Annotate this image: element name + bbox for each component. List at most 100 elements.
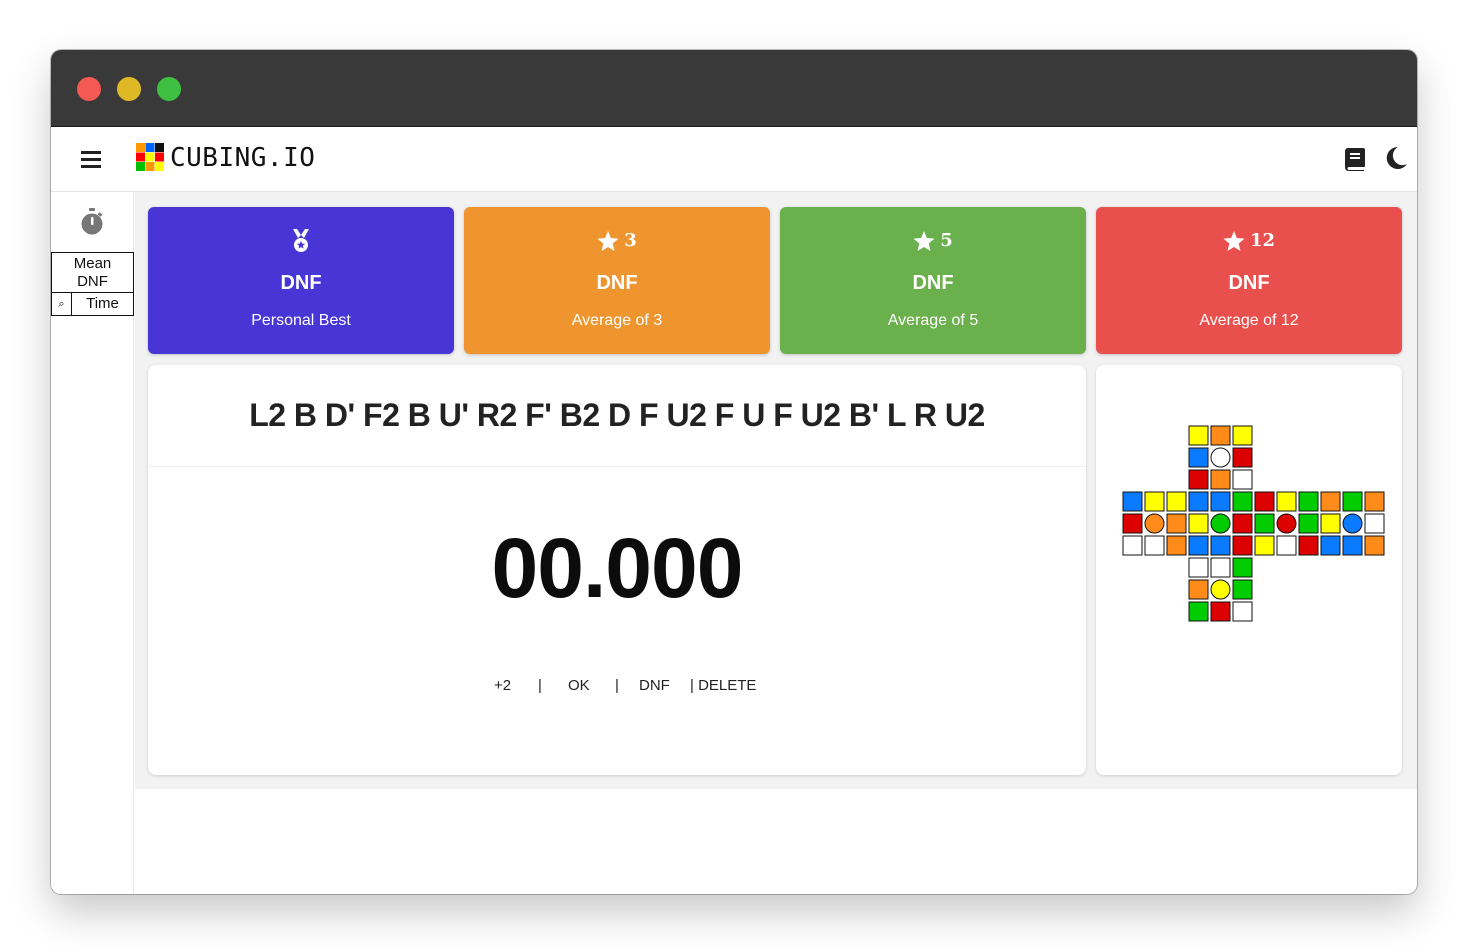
scramble-text: L2 B D' F2 B U' R2 F' B2 D F U2 F U F U2… xyxy=(249,397,985,433)
cube-sticker xyxy=(1232,579,1253,600)
window-titlebar xyxy=(51,50,1417,127)
timer-display[interactable]: 00.000 xyxy=(148,523,1086,613)
plus-two-button[interactable]: +2 xyxy=(494,676,511,696)
star-icon xyxy=(597,230,619,251)
solve-actions: +2 | OK | DNF | DELETE xyxy=(148,676,1086,696)
cube-sticker xyxy=(1276,491,1297,512)
stat-card-ao3[interactable]: 3 DNF Average of 3 xyxy=(464,207,770,354)
stat-value: DNF xyxy=(1228,272,1270,294)
stat-label: Personal Best xyxy=(251,312,351,329)
cube-sticker xyxy=(1298,535,1319,556)
cube-sticker xyxy=(1188,535,1209,556)
stat-value: DNF xyxy=(912,272,954,294)
stat-card-ao5[interactable]: 5 DNF Average of 5 xyxy=(780,207,1086,354)
cube-sticker xyxy=(1232,513,1253,534)
cube-sticker xyxy=(1320,491,1341,512)
stat-badge: 3 xyxy=(464,229,770,253)
cube-sticker xyxy=(1210,469,1231,490)
minimize-window-button[interactable] xyxy=(117,77,141,101)
stat-card-ao12[interactable]: 12 DNF Average of 12 xyxy=(1096,207,1402,354)
cube-sticker xyxy=(1298,491,1319,512)
cube-sticker xyxy=(1210,425,1231,446)
dnf-button[interactable]: DNF xyxy=(639,676,670,696)
star-icon xyxy=(913,230,935,251)
cube-sticker xyxy=(1166,491,1187,512)
search-icon[interactable]: ⌕ xyxy=(51,292,72,316)
cube-sticker xyxy=(1254,513,1275,534)
cube-sticker xyxy=(1232,469,1253,490)
hamburger-menu-icon[interactable] xyxy=(81,151,101,168)
cube-sticker xyxy=(1320,513,1341,534)
cube-center-sticker xyxy=(1276,513,1297,534)
cube-center-sticker xyxy=(1144,513,1165,534)
book-icon[interactable] xyxy=(1345,148,1365,171)
stat-badge-number: 12 xyxy=(1249,230,1276,251)
time-column-header[interactable]: Time xyxy=(71,292,134,316)
medal-icon xyxy=(293,229,309,252)
cube-sticker xyxy=(1166,535,1187,556)
delete-button[interactable]: | DELETE xyxy=(690,676,756,696)
stat-badge: 12 xyxy=(1096,229,1402,253)
cube-sticker xyxy=(1188,601,1209,622)
cube-sticker xyxy=(1210,557,1231,578)
sidebar: Mean DNF ⌕ Time xyxy=(51,192,134,894)
cube-sticker xyxy=(1342,535,1363,556)
cube-sticker xyxy=(1188,491,1209,512)
maximize-window-button[interactable] xyxy=(157,77,181,101)
browser-window: CUBING.IO Mean DNF ⌕ Time DNF Personal B… xyxy=(51,50,1417,894)
divider xyxy=(148,466,1086,467)
stat-value: DNF xyxy=(280,272,322,294)
cube-sticker xyxy=(1232,425,1253,446)
stat-card-personal-best[interactable]: DNF Personal Best xyxy=(148,207,454,354)
cube-sticker xyxy=(1188,579,1209,600)
moon-icon[interactable] xyxy=(1384,146,1408,170)
app-header: CUBING.IO xyxy=(51,127,1417,192)
cube-sticker xyxy=(1320,535,1341,556)
cube-sticker xyxy=(1298,513,1319,534)
cube-sticker xyxy=(1210,491,1231,512)
star-icon xyxy=(1223,230,1245,251)
cube-sticker xyxy=(1364,535,1385,556)
cube-sticker xyxy=(1254,491,1275,512)
close-window-button[interactable] xyxy=(77,77,101,101)
solve-stats-table: Mean DNF ⌕ Time xyxy=(51,252,134,316)
cube-sticker xyxy=(1122,491,1143,512)
cube-center-sticker xyxy=(1342,513,1363,534)
cube-sticker xyxy=(1364,513,1385,534)
app-logo-text[interactable]: CUBING.IO xyxy=(170,142,315,174)
cube-sticker xyxy=(1166,513,1187,534)
stat-label: Average of 3 xyxy=(571,312,663,329)
stat-badge: 5 xyxy=(780,229,1086,253)
cube-sticker xyxy=(1232,601,1253,622)
ok-button[interactable]: OK xyxy=(568,676,590,696)
stat-label: Average of 5 xyxy=(887,312,979,329)
stopwatch-icon[interactable] xyxy=(80,208,104,236)
cube-sticker xyxy=(1232,447,1253,468)
cube-center-sticker xyxy=(1210,447,1231,468)
cube-sticker xyxy=(1188,469,1209,490)
cube-sticker xyxy=(1144,535,1165,556)
cube-sticker xyxy=(1364,491,1385,512)
cube-sticker xyxy=(1144,491,1165,512)
logo-cube-icon xyxy=(136,143,164,171)
cube-sticker xyxy=(1254,535,1275,556)
cube-sticker xyxy=(1188,557,1209,578)
timer-card: L2 B D' F2 B U' R2 F' B2 D F U2 F U F U2… xyxy=(148,365,1086,775)
cube-sticker xyxy=(1232,491,1253,512)
cube-sticker xyxy=(1342,491,1363,512)
main-content: DNF Personal Best 3 DNF Average of 3 5 D… xyxy=(135,192,1417,789)
stat-badge-number: 3 xyxy=(624,230,637,251)
action-separator: | xyxy=(538,677,542,694)
stat-badge xyxy=(148,229,454,253)
cube-sticker xyxy=(1122,535,1143,556)
cube-sticker xyxy=(1276,535,1297,556)
stat-badge-number: 5 xyxy=(940,230,953,251)
cube-sticker xyxy=(1188,447,1209,468)
cube-sticker xyxy=(1188,425,1209,446)
mean-header: Mean DNF xyxy=(51,252,134,293)
cube-sticker xyxy=(1188,513,1209,534)
cube-sticker xyxy=(1232,535,1253,556)
stat-value: DNF xyxy=(596,272,638,294)
cube-sticker xyxy=(1210,535,1231,556)
cube-center-sticker xyxy=(1210,513,1231,534)
